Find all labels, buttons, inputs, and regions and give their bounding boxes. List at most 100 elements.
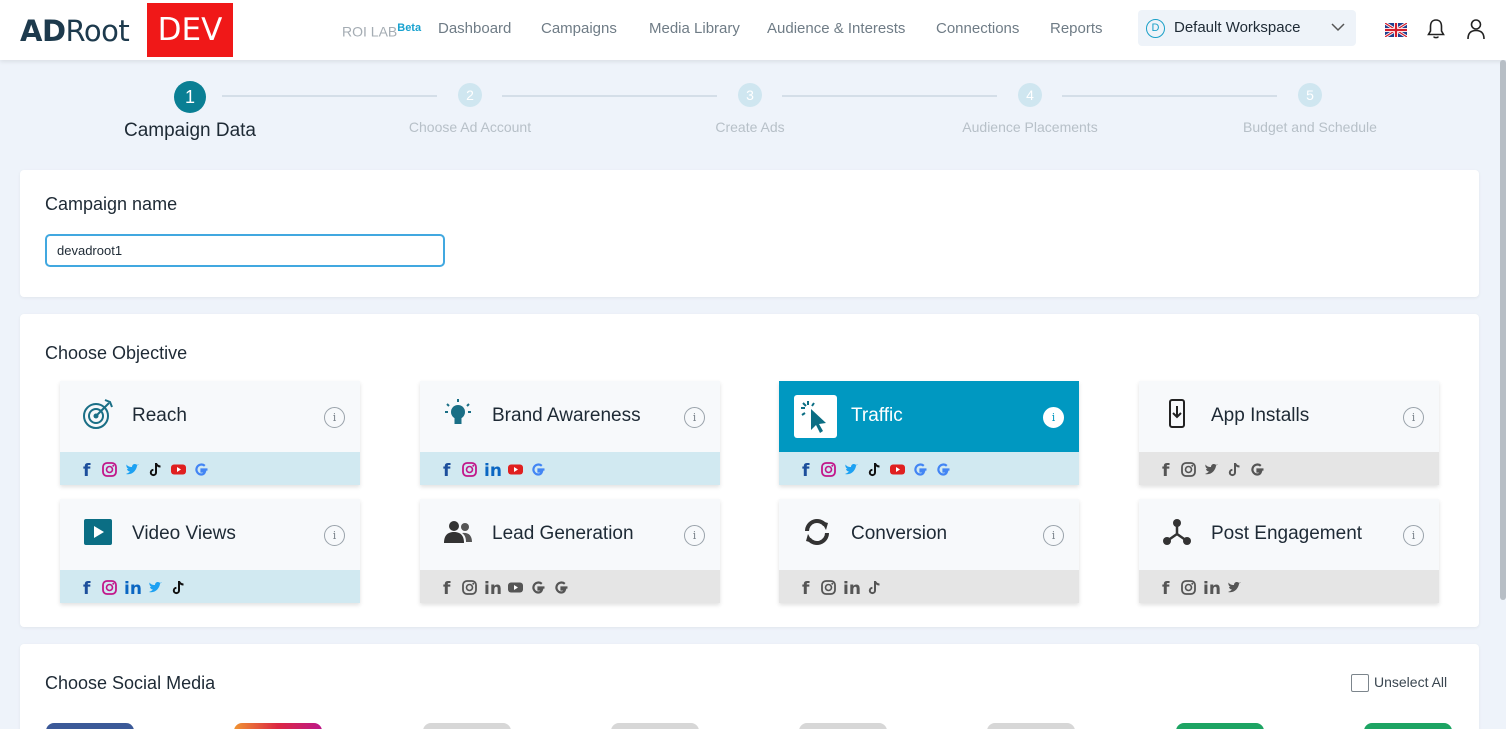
bell-icon[interactable] [1426,18,1446,40]
page-scrollbar[interactable] [1500,60,1506,600]
svg-text:f: f [802,579,810,596]
nav-reports[interactable]: Reports [1050,20,1103,37]
tiktok-icon [1226,461,1243,478]
info-icon[interactable]: i [1403,525,1424,546]
svg-text:in: in [1203,579,1220,596]
svg-text:f: f [443,461,451,478]
social-media-option-instagram[interactable] [234,723,322,729]
workspace-name: Default Workspace [1174,19,1301,36]
linkedin-icon: in [1203,579,1221,599]
tiktok-icon [866,461,883,478]
objective-platforms: f in [438,459,547,481]
social-media-option[interactable] [987,723,1075,729]
step-2-number[interactable]: 2 [458,83,482,107]
checkbox-icon[interactable] [1351,674,1369,693]
objective-traffic[interactable]: Traffic i f [779,381,1079,485]
facebook-icon: f [797,461,814,481]
campaign-name-card: Campaign name devadroot1 [20,170,1479,297]
info-icon[interactable]: i [324,407,345,428]
unselect-all-checkbox[interactable]: Unselect All [1351,674,1447,693]
step-1-number[interactable]: 1 [174,81,206,113]
instagram-icon [820,579,837,596]
objective-platforms: f [78,459,210,481]
step-5-label: Budget and Schedule [1243,119,1377,135]
objective-lead-generation[interactable]: Lead Generation i f in [420,499,720,603]
social-media-option-facebook[interactable] [46,723,134,729]
social-media-option[interactable] [423,723,511,729]
workspace-initial: D [1146,19,1165,38]
nav-dashboard[interactable]: Dashboard [438,20,511,37]
beta-badge: Beta [397,22,422,34]
objective-reach[interactable]: Reach i f [60,381,360,485]
info-icon[interactable]: i [1043,525,1064,546]
nav-roi-lab[interactable]: ROI LABBeta [342,22,421,40]
env-badge: DEV [147,3,233,57]
objective-label: Lead Generation [492,523,634,544]
step-4-label: Audience Placements [962,119,1098,135]
info-icon[interactable]: i [1043,407,1064,428]
objective-platforms: f in [78,577,187,599]
instagram-icon [1180,461,1197,478]
campaign-name-title: Campaign name [45,194,178,214]
twitter-icon [1226,579,1243,596]
objective-video-views[interactable]: Video Views i f in [60,499,360,603]
svg-text:in: in [484,579,501,596]
social-media-option[interactable] [611,723,699,729]
google-icon [1249,461,1266,478]
social-media-card: Choose Social Media Unselect All [20,644,1479,729]
youtube-icon [507,461,524,478]
youtube-icon [170,461,187,478]
objective-app-installs[interactable]: App Installs i f [1139,381,1439,485]
objective-card: Choose Objective Reach i f Brand Awareness i… [20,314,1479,627]
objective-post-engagement[interactable]: Post Engagement i f in [1139,499,1439,603]
user-icon[interactable] [1466,18,1486,40]
linkedin-icon: in [843,579,861,599]
social-media-option-google[interactable] [1176,723,1264,729]
share-nodes-icon [1159,514,1195,550]
nav-campaigns[interactable]: Campaigns [541,20,617,37]
facebook-icon: f [438,579,455,599]
linkedin-icon: in [484,461,502,481]
adroot-logo[interactable]: ADRoot [20,14,130,48]
nav-connections[interactable]: Connections [936,20,1019,37]
nav-media-library[interactable]: Media Library [649,20,740,37]
step-5-number[interactable]: 5 [1298,83,1322,107]
nav-audience-interests[interactable]: Audience & Interests [767,20,905,37]
svg-text:in: in [843,579,860,596]
info-icon[interactable]: i [324,525,345,546]
twitter-icon [147,579,164,596]
social-media-title: Choose Social Media [45,673,216,693]
linkedin-icon: in [484,579,502,599]
google-icon [193,461,210,478]
objective-platforms: f [1157,459,1266,481]
tiktok-icon [170,579,187,596]
tiktok-icon [866,579,883,596]
facebook-icon: f [797,579,814,599]
instagram-icon [820,461,837,478]
step-1-label: Campaign Data [123,120,257,141]
social-media-option-google[interactable] [1364,723,1452,729]
twitter-icon [843,461,860,478]
uk-flag-icon[interactable] [1385,23,1407,37]
objective-brand-awareness[interactable]: Brand Awareness i f in [420,381,720,485]
info-icon[interactable]: i [1403,407,1424,428]
campaign-name-input[interactable]: devadroot1 [45,234,445,267]
info-icon[interactable]: i [684,525,705,546]
svg-text:f: f [443,579,451,596]
facebook-icon: f [78,461,95,481]
workspace-selector[interactable]: D Default Workspace [1138,10,1356,46]
info-icon[interactable]: i [684,407,705,428]
svg-text:f: f [83,461,91,478]
social-media-option[interactable] [799,723,887,729]
sync-icon [799,514,835,550]
svg-text:in: in [124,579,141,596]
twitter-icon [124,461,141,478]
youtube-icon [889,461,906,478]
objective-conversion[interactable]: Conversion i f in [779,499,1079,603]
step-connector [782,95,997,97]
video-play-icon [80,514,116,550]
step-4-number[interactable]: 4 [1018,83,1042,107]
cursor-click-icon [794,395,837,438]
step-3-number[interactable]: 3 [738,83,762,107]
svg-text:f: f [83,579,91,596]
